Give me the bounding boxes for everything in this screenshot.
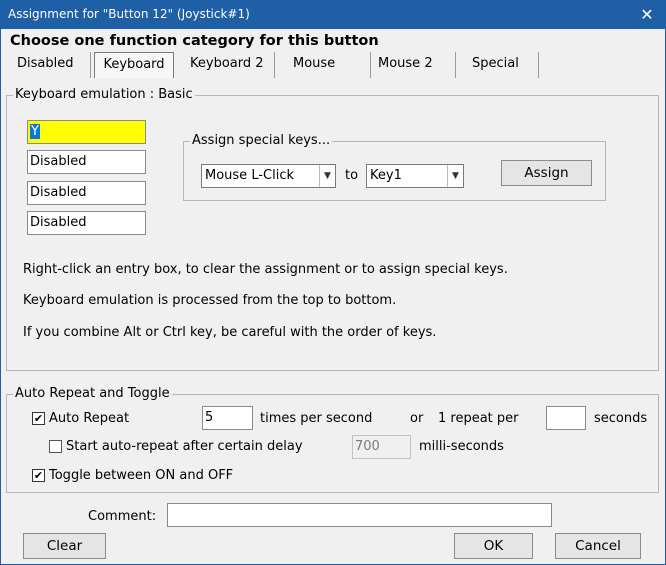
delay-label: Start auto-repeat after certain delay bbox=[66, 439, 303, 454]
one-repeat-label: 1 repeat per bbox=[438, 411, 519, 426]
close-icon[interactable]: ✕ bbox=[637, 5, 657, 25]
special-key-from-value: Mouse L-Click bbox=[205, 168, 294, 183]
special-key-to-select[interactable]: Key1 ▼ bbox=[366, 164, 464, 188]
key-entry-2[interactable]: Disabled bbox=[27, 150, 146, 174]
tab-keyboard-2[interactable]: Keyboard 2 bbox=[182, 52, 275, 78]
times-per-second-input[interactable]: 5 bbox=[202, 406, 253, 430]
auto-repeat-checkbox[interactable]: ✔ bbox=[32, 412, 45, 425]
auto-repeat-group-label: Auto Repeat and Toggle bbox=[13, 386, 172, 401]
comment-input[interactable] bbox=[167, 503, 552, 527]
tab-mouse-2[interactable]: Mouse 2 bbox=[370, 52, 456, 78]
key-entry-1[interactable]: Y bbox=[27, 120, 146, 144]
key-entry-3[interactable]: Disabled bbox=[27, 181, 146, 205]
seconds-label: seconds bbox=[594, 411, 648, 426]
delay-unit-label: milli-seconds bbox=[419, 439, 504, 454]
cancel-button[interactable]: Cancel bbox=[555, 533, 641, 559]
to-label: to bbox=[345, 168, 359, 183]
special-keys-label: Assign special keys... bbox=[190, 133, 333, 148]
key-entry-4[interactable]: Disabled bbox=[27, 211, 146, 235]
or-label: or bbox=[410, 411, 424, 426]
tab-disabled[interactable]: Disabled bbox=[9, 52, 91, 78]
key-entry-1-value: Y bbox=[30, 124, 40, 139]
tab-mouse[interactable]: Mouse bbox=[285, 52, 371, 78]
info-text-2: Keyboard emulation is processed from the… bbox=[23, 293, 397, 308]
times-per-second-label: times per second bbox=[260, 411, 373, 426]
delay-checkbox[interactable] bbox=[49, 440, 62, 453]
toggle-checkbox[interactable]: ✔ bbox=[32, 469, 45, 482]
keyboard-group-label: Keyboard emulation : Basic bbox=[13, 87, 195, 102]
dialog-window: Assignment for "Button 12" (Joystick#1) … bbox=[0, 0, 666, 565]
ok-button[interactable]: OK bbox=[454, 533, 533, 559]
seconds-input[interactable] bbox=[546, 406, 586, 430]
info-text-3: If you combine Alt or Ctrl key, be caref… bbox=[23, 325, 437, 340]
window-title: Assignment for "Button 12" (Joystick#1) bbox=[8, 7, 250, 21]
chevron-down-icon[interactable]: ▼ bbox=[319, 165, 335, 187]
comment-label: Comment: bbox=[88, 509, 157, 524]
tab-special[interactable]: Special bbox=[464, 52, 539, 78]
clear-button[interactable]: Clear bbox=[23, 533, 106, 559]
special-key-from-select[interactable]: Mouse L-Click ▼ bbox=[201, 164, 336, 188]
auto-repeat-label: Auto Repeat bbox=[49, 411, 130, 426]
delay-input[interactable]: 700 bbox=[352, 435, 411, 459]
special-key-to-value: Key1 bbox=[370, 168, 402, 183]
info-text-1: Right-click an entry box, to clear the a… bbox=[23, 262, 508, 277]
page-title: Choose one function category for this bu… bbox=[10, 33, 379, 49]
chevron-down-icon[interactable]: ▼ bbox=[447, 165, 463, 187]
toggle-label: Toggle between ON and OFF bbox=[49, 468, 234, 483]
assign-button[interactable]: Assign bbox=[501, 160, 592, 186]
title-bar[interactable]: Assignment for "Button 12" (Joystick#1) … bbox=[1, 1, 665, 29]
tab-keyboard[interactable]: Keyboard bbox=[94, 52, 174, 78]
